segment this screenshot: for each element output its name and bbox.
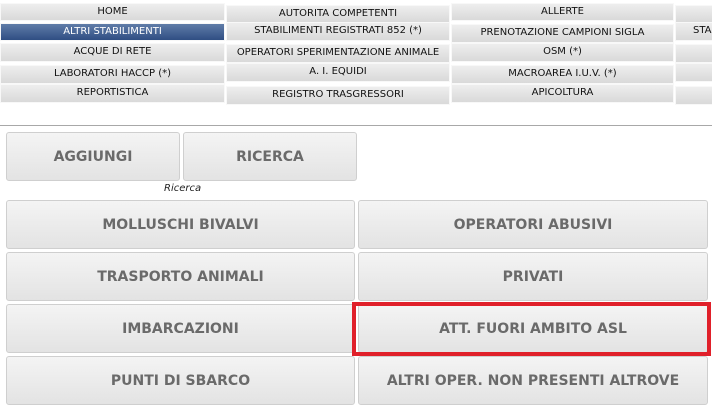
add-button[interactable]: AGGIUNGI [6,132,180,181]
nav-item-autorita-competenti[interactable]: AUTORITA COMPETENTI [226,5,450,23]
nav-item-overflow-row2[interactable]: STA [675,22,712,41]
nav-item-acque-di-rete[interactable]: ACQUE DI RETE [0,43,225,62]
molluschi-bivalvi-button[interactable]: MOLLUSCHI BIVALVI [6,200,355,249]
imbarcazioni-button[interactable]: IMBARCAZIONI [6,304,355,353]
nav-item-overflow-row1[interactable] [675,5,712,23]
nav-item-stabilimenti-registrati-852[interactable]: STABILIMENTI REGISTRATI 852 (*) [226,22,450,41]
nav-item-home[interactable]: HOME [0,3,225,21]
altri-operatori-button[interactable]: ALTRI OPER. NON PRESENTI ALTROVE [358,356,708,405]
nav-item-overflow-row3[interactable] [675,44,712,63]
nav-item-registro-trasgressori[interactable]: REGISTRO TRASGRESSORI [226,86,450,105]
nav-item-apicoltura[interactable]: APICOLTURA [451,84,674,103]
search-button[interactable]: RICERCA [183,132,357,181]
search-caption: Ricerca [164,183,202,194]
nav-item-laboratori-haccp[interactable]: LABORATORI HACCP (*) [0,65,225,84]
punti-di-sbarco-button[interactable]: PUNTI DI SBARCO [6,356,355,405]
nav-item-altri-stabilimenti[interactable]: ALTRI STABILIMENTI [0,23,225,41]
top-navigation: HOME AUTORITA COMPETENTI ALLERTE ALTRI S… [0,0,712,105]
privati-button[interactable]: PRIVATI [358,252,708,301]
nav-item-prenotazione-campioni-sigla[interactable]: PRENOTAZIONE CAMPIONI SIGLA [451,24,674,43]
nav-item-overflow-row4[interactable] [675,63,712,82]
nav-item-operatori-sperimentazione-animale[interactable]: OPERATORI SPERIMENTAZIONE ANIMALE [226,44,450,63]
nav-item-ai-equidi[interactable]: A. I. EQUIDI [226,63,450,82]
nav-item-macroarea-iuv[interactable]: MACROAREA I.U.V. (*) [451,65,674,84]
nav-item-allerte[interactable]: ALLERTE [451,3,674,21]
nav-item-overflow-row5[interactable] [675,86,712,105]
operatori-abusivi-button[interactable]: OPERATORI ABUSIVI [358,200,708,249]
nav-item-reportistica[interactable]: REPORTISTICA [0,84,225,103]
trasporto-animali-button[interactable]: TRASPORTO ANIMALI [6,252,355,301]
att-fuori-ambito-asl-button[interactable]: ATT. FUORI AMBITO ASL [358,304,708,353]
nav-item-osm[interactable]: OSM (*) [451,43,674,62]
section-divider [0,125,712,126]
